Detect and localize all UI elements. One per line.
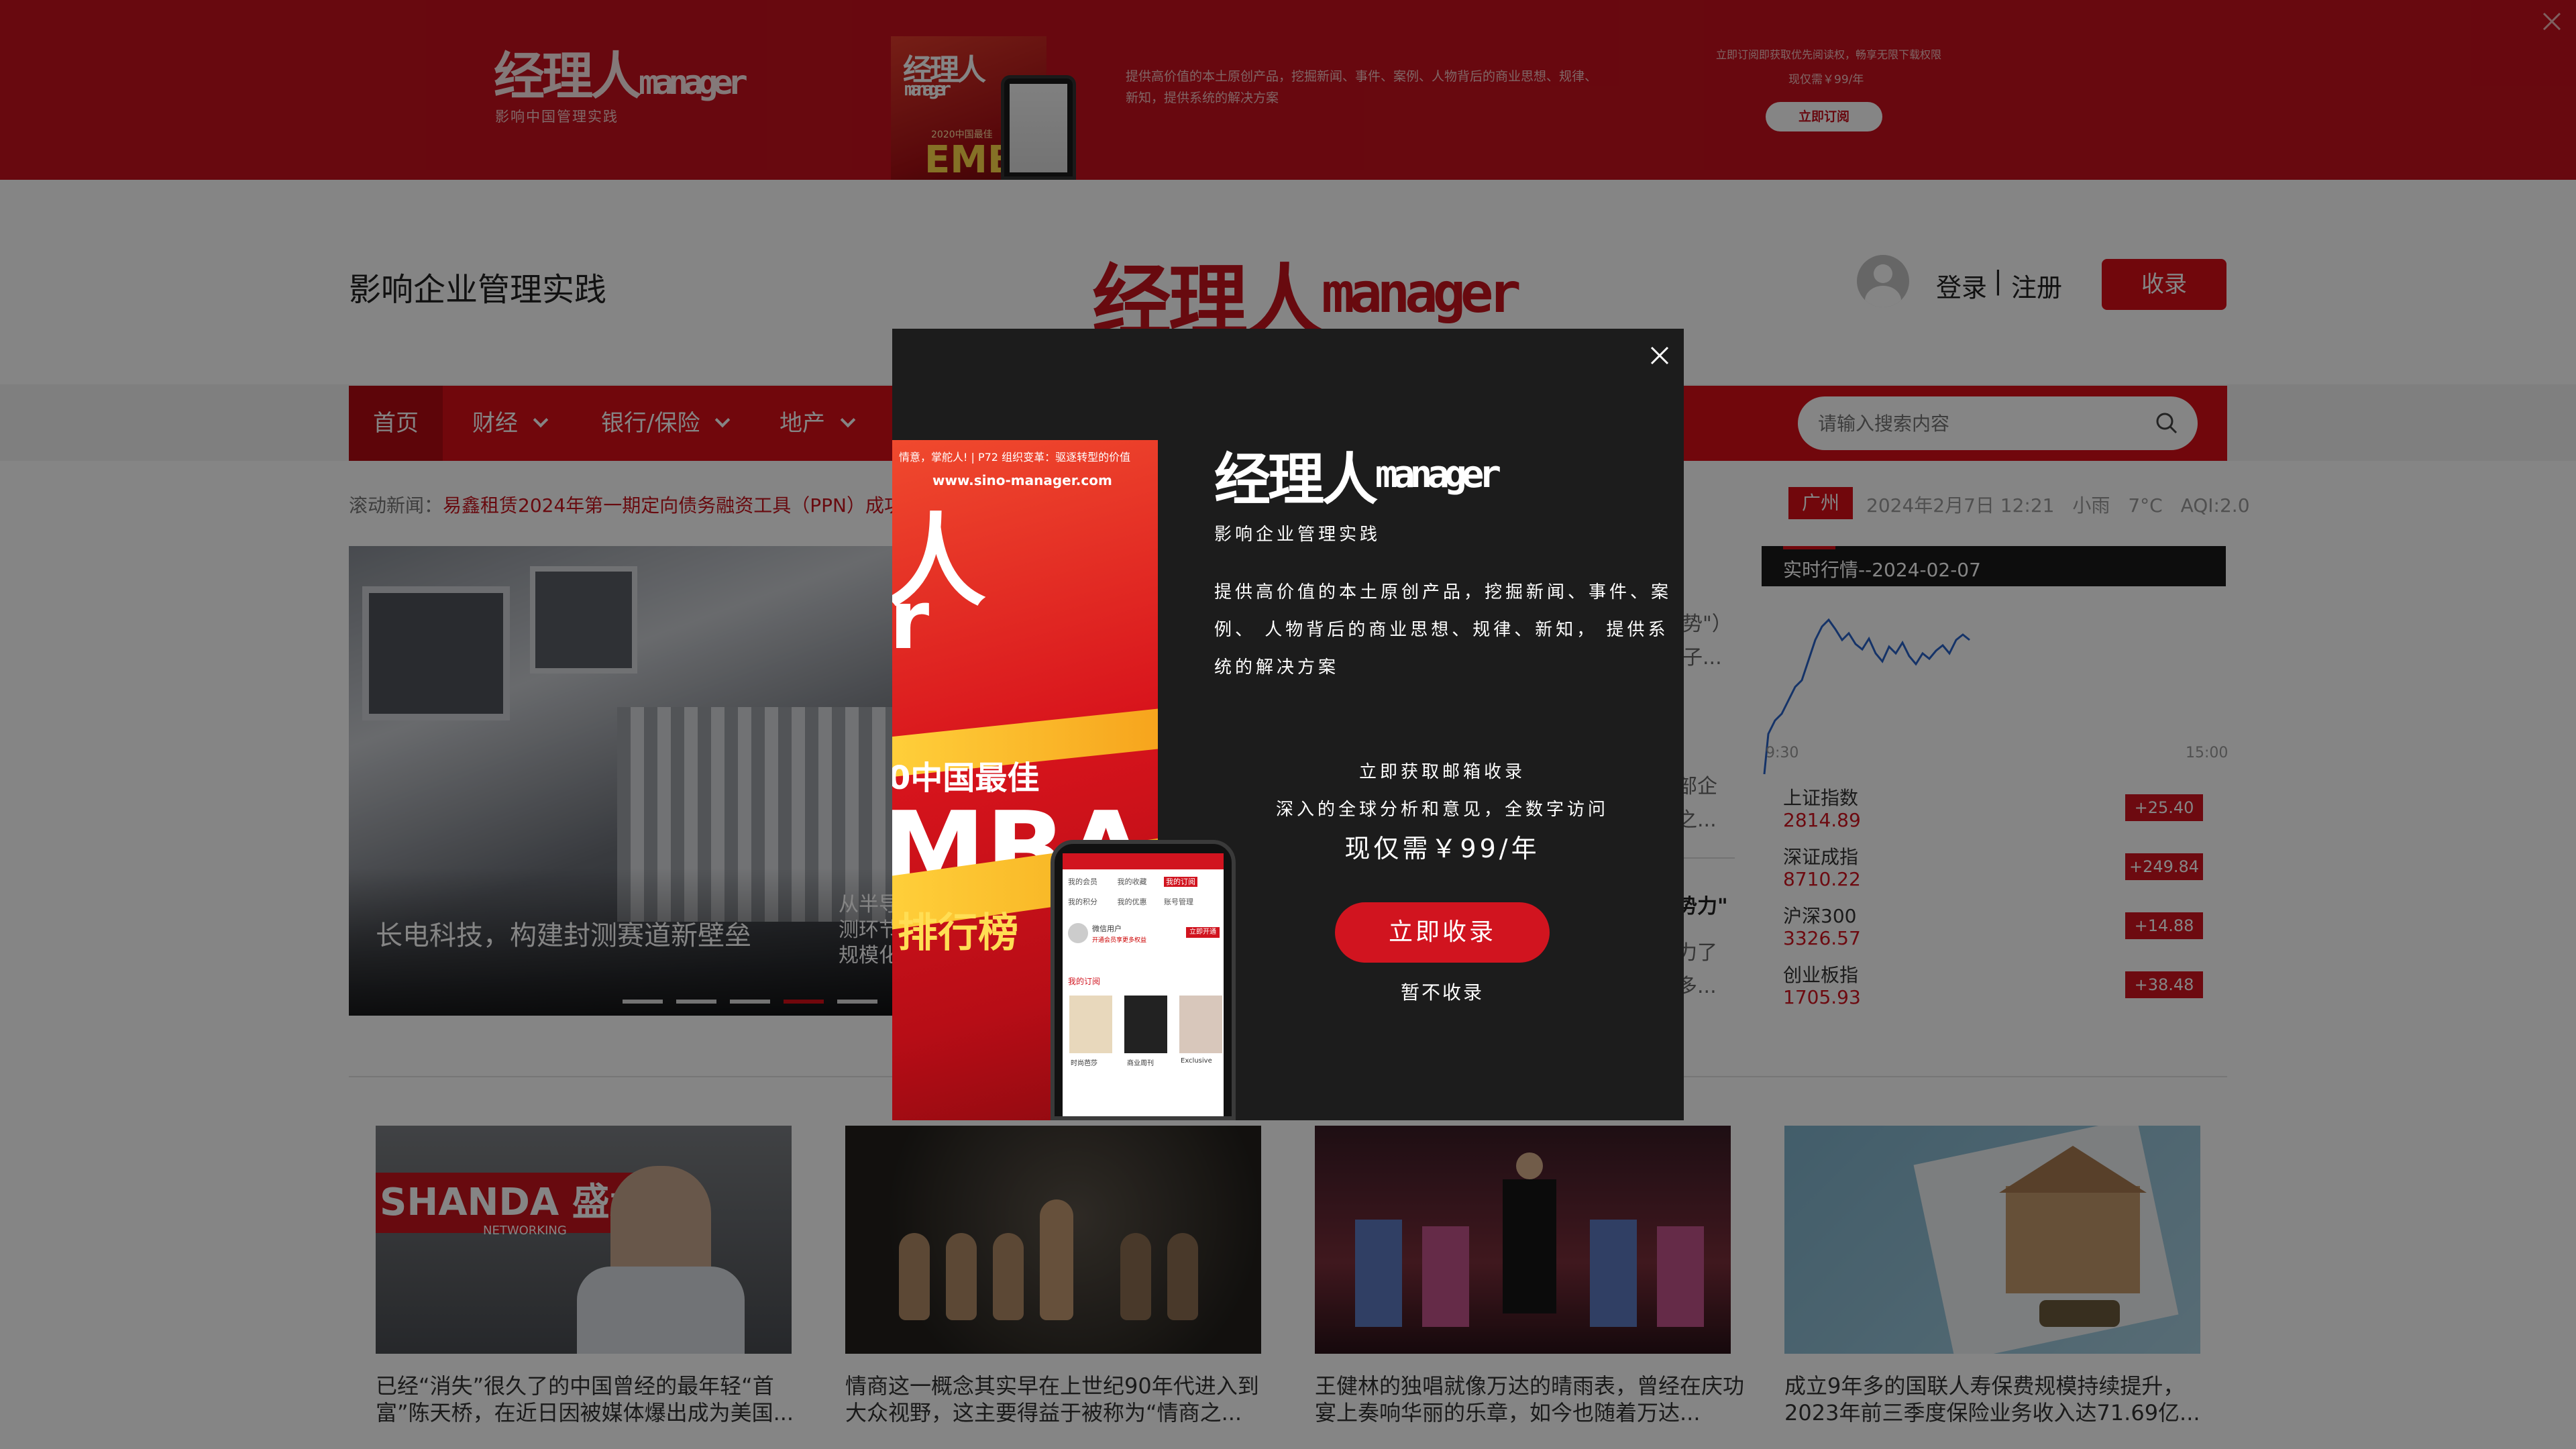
modal-offer-line-2: 深入的全球分析和意见，全数字访问 — [1275, 800, 1609, 820]
modal-phone-mockup: 我的会员 我的收藏 我的订阅 我的积分 我的优惠 账号管理 微信用户 开通会员享… — [1051, 840, 1236, 1120]
modal-price: 现仅需￥99/年 — [1344, 834, 1540, 863]
modal-desc-line-3: 统的解决方案 — [1214, 657, 1340, 678]
modal-close-icon[interactable] — [1646, 342, 1673, 369]
phone-menu-item: 我的订阅 — [1164, 877, 1197, 887]
modal-desc-line-1: 提供高价值的本土原创产品，挖掘新闻、事件、案 — [1214, 582, 1672, 602]
phone-mag-name: 时尚芭莎 — [1071, 1060, 1097, 1067]
phone-section-title: 我的订阅 — [1068, 977, 1101, 986]
phone-menu-item: 我的收藏 — [1117, 877, 1147, 886]
phone-user-sub: 开通会员享更多权益 — [1092, 937, 1147, 944]
cover-rank: 排行榜 — [898, 910, 1018, 957]
modal-logo-en: manager — [1375, 453, 1501, 496]
phone-menu-item: 我的优惠 — [1117, 898, 1147, 906]
phone-menu-item: 我的会员 — [1068, 877, 1097, 886]
phone-mag-thumb — [1069, 996, 1112, 1053]
phone-mag-name: Exclusive — [1181, 1057, 1212, 1065]
modal-tagline: 影响企业管理实践 — [1214, 525, 1381, 545]
modal-dismiss-link[interactable]: 暂不收录 — [1322, 978, 1563, 1005]
modal-offer-line-1: 立即获取邮箱收录 — [1358, 762, 1525, 782]
cover-top-text: 情意，掌舵人! | P72 组织变革：驱逐转型的价值 — [899, 451, 1131, 464]
phone-avatar — [1068, 923, 1088, 943]
phone-menu-item: 账号管理 — [1164, 898, 1193, 906]
phone-mag-name: 商业周刊 — [1127, 1060, 1154, 1067]
modal-logo-cn: 经理人 — [1214, 446, 1378, 513]
phone-menu-row: 我的会员 我的收藏 我的订阅 — [1068, 876, 1197, 887]
phone-mag-thumb — [1179, 996, 1222, 1053]
phone-menu-item: 我的积分 — [1068, 898, 1097, 906]
modal-subscribe-button[interactable]: 立即收录 — [1335, 902, 1550, 963]
phone-user: 微信用户 — [1092, 924, 1122, 933]
subscribe-modal: 情意，掌舵人! | P72 组织变革：驱逐转型的价值 www.sino-mana… — [892, 329, 1684, 1120]
phone-screen: 我的会员 我的收藏 我的订阅 我的积分 我的优惠 账号管理 微信用户 开通会员享… — [1063, 853, 1224, 1116]
modal-desc-line-2: 例、 人物背后的商业思想、规律、新知， 提供系 — [1214, 620, 1669, 640]
phone-menu-row: 我的积分 我的优惠 账号管理 — [1068, 896, 1193, 907]
cover-big-glyph: r — [892, 574, 930, 667]
modal-logo: 经理人manager — [1214, 435, 1501, 516]
phone-topbar — [1063, 853, 1224, 869]
phone-open-button: 立即开通 — [1186, 927, 1220, 938]
phone-mag-thumb — [1124, 996, 1167, 1053]
